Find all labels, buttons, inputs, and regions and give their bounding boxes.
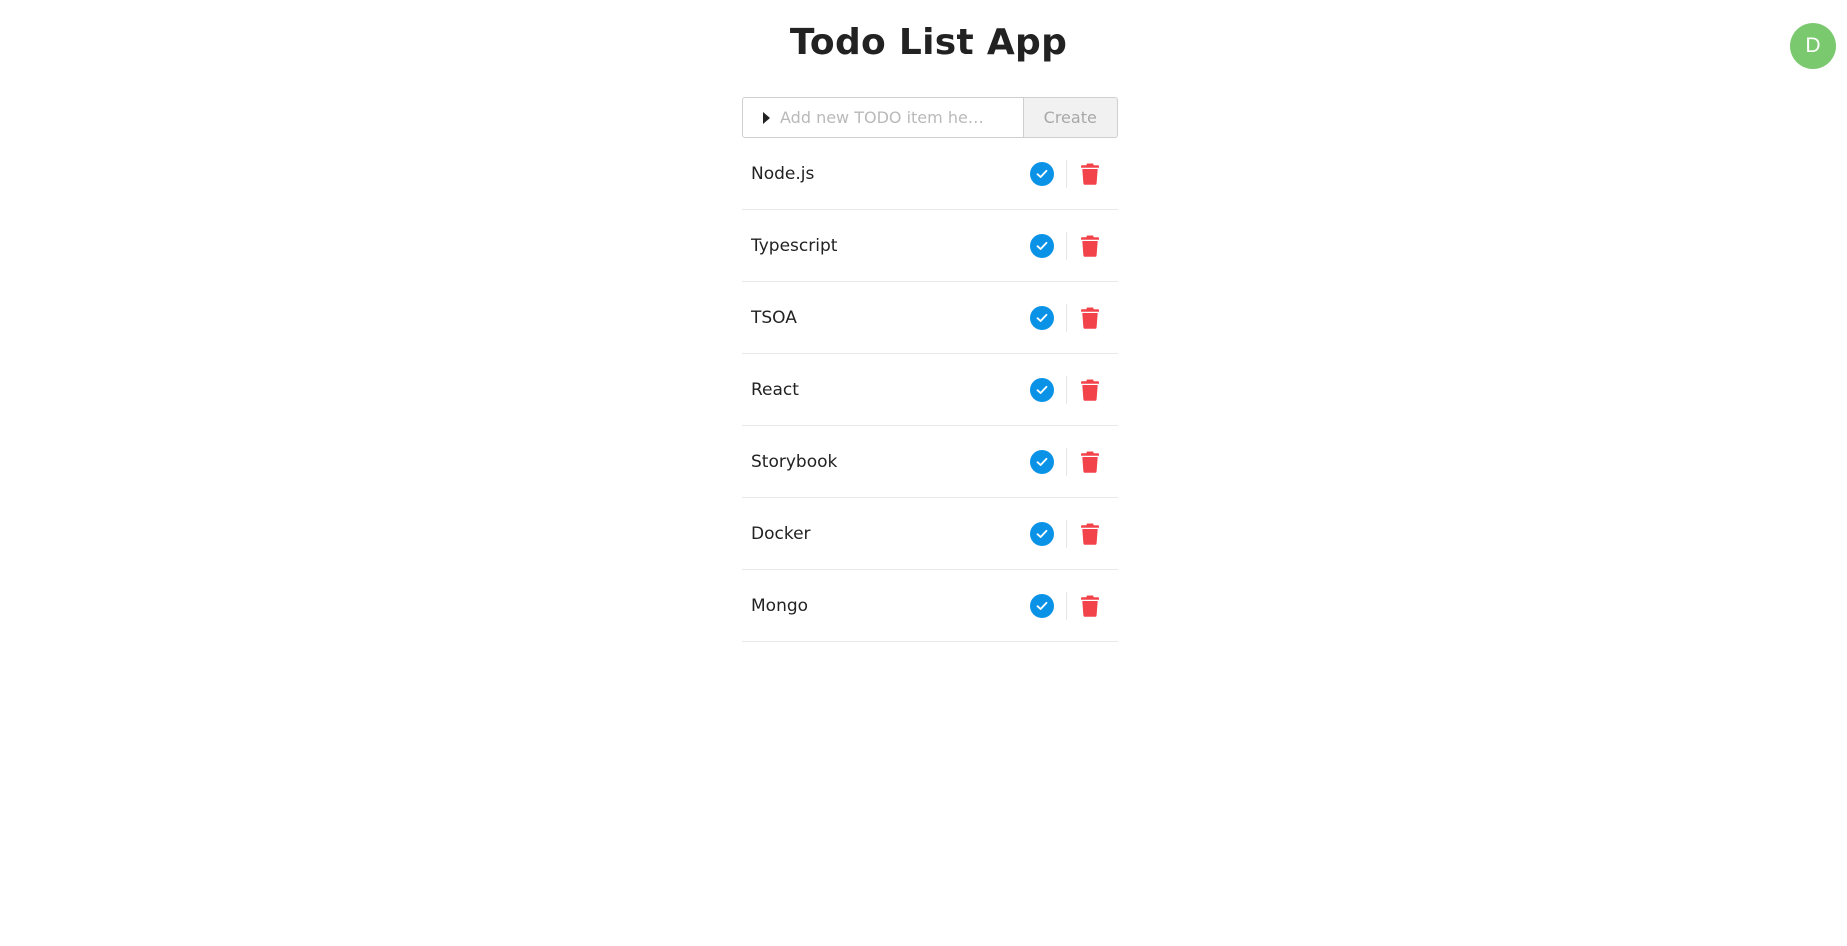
trash-icon[interactable] [1079,306,1101,330]
action-divider [1066,375,1067,404]
trash-icon[interactable] [1079,522,1101,546]
todo-item-label: Storybook [751,451,838,472]
action-divider [1066,519,1067,548]
todo-item-actions [1030,447,1101,477]
todo-item-actions [1030,231,1101,261]
todo-item-actions [1030,519,1101,549]
action-divider [1066,591,1067,620]
check-circle-icon[interactable] [1030,233,1054,258]
add-todo-form: Create [742,97,1118,138]
trash-icon[interactable] [1079,594,1101,618]
create-button-label: Create [1043,108,1097,127]
todo-item-label: Node.js [751,163,815,184]
action-divider [1066,447,1067,476]
action-divider [1066,231,1067,260]
action-divider [1066,303,1067,332]
trash-icon[interactable] [1079,234,1101,258]
check-circle-icon[interactable] [1030,305,1054,330]
todo-item: Docker [742,498,1118,570]
todo-item-label: Typescript [751,235,838,256]
check-circle-icon[interactable] [1030,377,1054,402]
add-todo-field[interactable] [742,97,1024,138]
todo-item-label: React [751,379,799,400]
todo-item-actions [1030,591,1101,621]
todo-item-actions [1030,159,1101,189]
trash-icon[interactable] [1079,162,1101,186]
create-button[interactable]: Create [1023,97,1118,138]
check-circle-icon[interactable] [1030,593,1054,618]
todo-item-actions [1030,303,1101,333]
todo-item: Typescript [742,210,1118,282]
todo-item-label: Docker [751,523,811,544]
todo-page: D Todo List App Create Node.js [0,0,1847,946]
todo-item: Storybook [742,426,1118,498]
todo-item-actions [1030,375,1101,405]
add-todo-input[interactable] [780,98,1023,137]
todo-item-label: Mongo [751,595,809,616]
todo-item: Node.js [742,138,1118,210]
todo-item-label: TSOA [751,307,797,328]
caret-right-icon [763,111,770,124]
todo-list: Node.js Typescript TSOA React Storybook … [742,138,1118,642]
trash-icon[interactable] [1079,450,1101,474]
trash-icon[interactable] [1079,378,1101,402]
page-title: Todo List App [789,22,1068,63]
check-circle-icon[interactable] [1030,161,1054,186]
todo-item: Mongo [742,570,1118,642]
todo-item: TSOA [742,282,1118,354]
check-circle-icon[interactable] [1030,449,1054,474]
check-circle-icon[interactable] [1030,521,1054,546]
todo-container: Create Node.js Typescript [742,97,1118,642]
todo-item: React [742,354,1118,426]
action-divider [1066,159,1067,188]
